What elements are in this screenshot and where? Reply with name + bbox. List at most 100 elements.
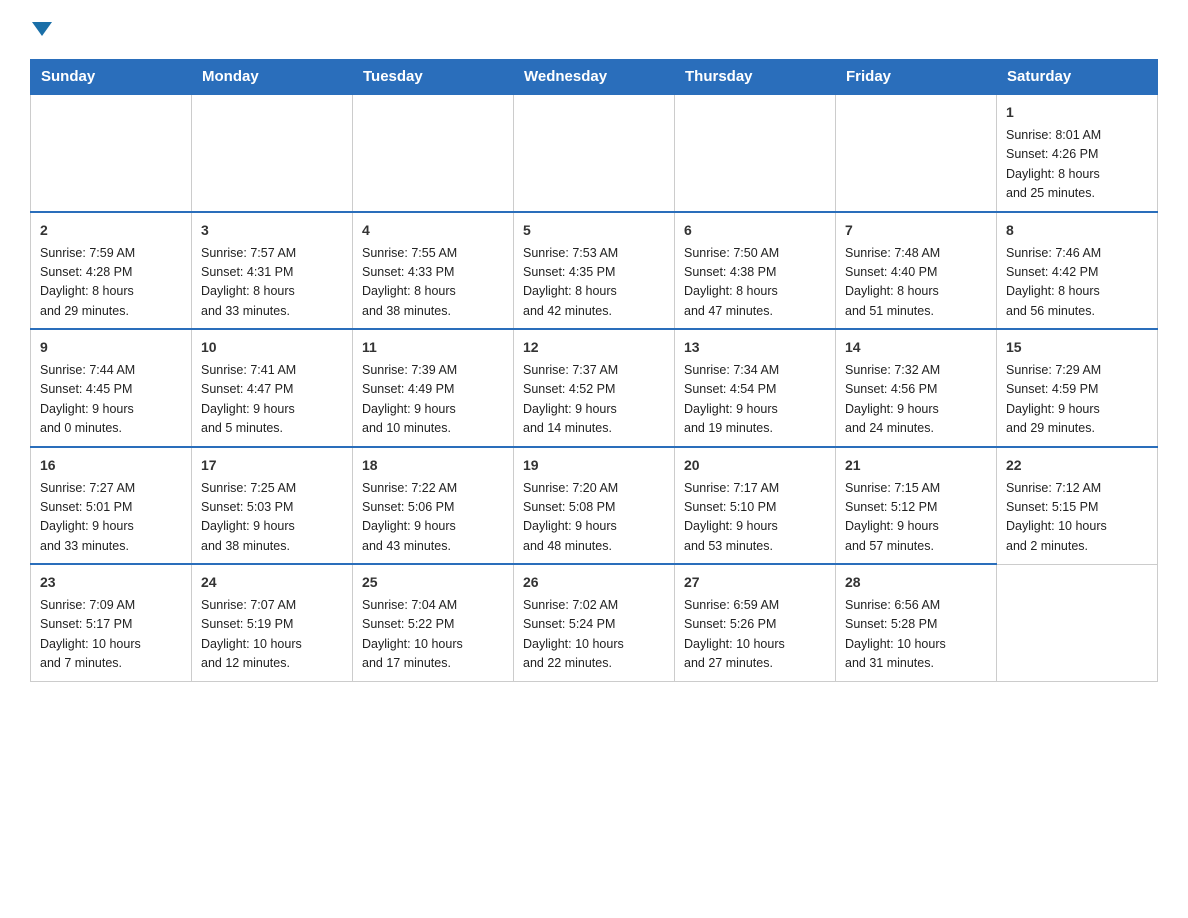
day-number: 11 [362, 337, 504, 358]
day-number: 17 [201, 455, 343, 476]
day-number: 9 [40, 337, 182, 358]
calendar-day-cell [353, 94, 514, 212]
day-info: Sunrise: 6:56 AMSunset: 5:28 PMDaylight:… [845, 598, 946, 670]
calendar-day-cell [31, 94, 192, 212]
calendar-day-cell: 23 Sunrise: 7:09 AMSunset: 5:17 PMDayligh… [31, 564, 192, 681]
day-info: Sunrise: 7:34 AMSunset: 4:54 PMDaylight:… [684, 363, 779, 435]
calendar-table: SundayMondayTuesdayWednesdayThursdayFrid… [30, 59, 1158, 682]
day-number: 22 [1006, 455, 1148, 476]
calendar-day-cell: 16 Sunrise: 7:27 AMSunset: 5:01 PMDayligh… [31, 447, 192, 565]
day-number: 27 [684, 572, 826, 593]
weekday-header-thursday: Thursday [675, 60, 836, 95]
logo-arrow-icon [32, 22, 52, 41]
day-info: Sunrise: 7:07 AMSunset: 5:19 PMDaylight:… [201, 598, 302, 670]
day-number: 21 [845, 455, 987, 476]
day-info: Sunrise: 7:55 AMSunset: 4:33 PMDaylight:… [362, 246, 457, 318]
weekday-header-friday: Friday [836, 60, 997, 95]
day-info: Sunrise: 7:25 AMSunset: 5:03 PMDaylight:… [201, 481, 296, 553]
day-info: Sunrise: 7:15 AMSunset: 5:12 PMDaylight:… [845, 481, 940, 553]
day-number: 26 [523, 572, 665, 593]
day-info: Sunrise: 7:46 AMSunset: 4:42 PMDaylight:… [1006, 246, 1101, 318]
day-info: Sunrise: 7:20 AMSunset: 5:08 PMDaylight:… [523, 481, 618, 553]
calendar-day-cell: 8Sunrise: 7:46 AMSunset: 4:42 PMDaylight… [997, 212, 1158, 330]
calendar-week-row: 16 Sunrise: 7:27 AMSunset: 5:01 PMDayligh… [31, 447, 1158, 565]
calendar-day-cell [997, 564, 1158, 681]
weekday-header-wednesday: Wednesday [514, 60, 675, 95]
day-number: 5 [523, 220, 665, 241]
calendar-day-cell: 12 Sunrise: 7:37 AMSunset: 4:52 PMDayligh… [514, 329, 675, 447]
day-number: 12 [523, 337, 665, 358]
page-header [30, 20, 1158, 41]
calendar-day-cell: 28 Sunrise: 6:56 AMSunset: 5:28 PMDayligh… [836, 564, 997, 681]
weekday-header-row: SundayMondayTuesdayWednesdayThursdayFrid… [31, 60, 1158, 95]
day-number: 15 [1006, 337, 1148, 358]
day-info: Sunrise: 7:41 AMSunset: 4:47 PMDaylight:… [201, 363, 296, 435]
calendar-day-cell: 19 Sunrise: 7:20 AMSunset: 5:08 PMDayligh… [514, 447, 675, 565]
day-number: 4 [362, 220, 504, 241]
day-info: Sunrise: 7:37 AMSunset: 4:52 PMDaylight:… [523, 363, 618, 435]
calendar-day-cell: 7 Sunrise: 7:48 AMSunset: 4:40 PMDaylight… [836, 212, 997, 330]
day-number: 1 [1006, 102, 1148, 123]
day-number: 10 [201, 337, 343, 358]
day-number: 13 [684, 337, 826, 358]
calendar-day-cell: 5 Sunrise: 7:53 AMSunset: 4:35 PMDaylight… [514, 212, 675, 330]
calendar-day-cell [514, 94, 675, 212]
calendar-day-cell: 13 Sunrise: 7:34 AMSunset: 4:54 PMDayligh… [675, 329, 836, 447]
day-info: Sunrise: 7:17 AMSunset: 5:10 PMDaylight:… [684, 481, 779, 553]
calendar-day-cell [192, 94, 353, 212]
day-number: 23 [40, 572, 182, 593]
day-info: Sunrise: 7:53 AMSunset: 4:35 PMDaylight:… [523, 246, 618, 318]
weekday-header-tuesday: Tuesday [353, 60, 514, 95]
day-info: Sunrise: 7:04 AMSunset: 5:22 PMDaylight:… [362, 598, 463, 670]
day-number: 7 [845, 220, 987, 241]
calendar-week-row: 2 Sunrise: 7:59 AMSunset: 4:28 PMDaylight… [31, 212, 1158, 330]
day-info: Sunrise: 7:48 AMSunset: 4:40 PMDaylight:… [845, 246, 940, 318]
day-number: 14 [845, 337, 987, 358]
calendar-day-cell: 18Sunrise: 7:22 AMSunset: 5:06 PMDayligh… [353, 447, 514, 565]
day-info: Sunrise: 7:09 AMSunset: 5:17 PMDaylight:… [40, 598, 141, 670]
calendar-day-cell: 22 Sunrise: 7:12 AMSunset: 5:15 PMDayligh… [997, 447, 1158, 565]
calendar-day-cell: 1Sunrise: 8:01 AMSunset: 4:26 PMDaylight… [997, 94, 1158, 212]
calendar-week-row: 1Sunrise: 8:01 AMSunset: 4:26 PMDaylight… [31, 94, 1158, 212]
calendar-day-cell: 2 Sunrise: 7:59 AMSunset: 4:28 PMDaylight… [31, 212, 192, 330]
day-number: 2 [40, 220, 182, 241]
day-info: Sunrise: 7:12 AMSunset: 5:15 PMDaylight:… [1006, 481, 1107, 553]
day-info: Sunrise: 7:59 AMSunset: 4:28 PMDaylight:… [40, 246, 135, 318]
day-number: 16 [40, 455, 182, 476]
calendar-day-cell: 10 Sunrise: 7:41 AMSunset: 4:47 PMDayligh… [192, 329, 353, 447]
calendar-day-cell: 14 Sunrise: 7:32 AMSunset: 4:56 PMDayligh… [836, 329, 997, 447]
day-info: Sunrise: 7:27 AMSunset: 5:01 PMDaylight:… [40, 481, 135, 553]
weekday-header-sunday: Sunday [31, 60, 192, 95]
weekday-header-saturday: Saturday [997, 60, 1158, 95]
day-number: 6 [684, 220, 826, 241]
calendar-day-cell: 26 Sunrise: 7:02 AMSunset: 5:24 PMDayligh… [514, 564, 675, 681]
day-info: Sunrise: 7:57 AMSunset: 4:31 PMDaylight:… [201, 246, 296, 318]
weekday-header-monday: Monday [192, 60, 353, 95]
calendar-day-cell: 6 Sunrise: 7:50 AMSunset: 4:38 PMDaylight… [675, 212, 836, 330]
calendar-day-cell: 27 Sunrise: 6:59 AMSunset: 5:26 PMDayligh… [675, 564, 836, 681]
day-info: Sunrise: 7:29 AMSunset: 4:59 PMDaylight:… [1006, 363, 1101, 435]
logo [30, 20, 52, 41]
calendar-day-cell: 11 Sunrise: 7:39 AMSunset: 4:49 PMDayligh… [353, 329, 514, 447]
day-info: Sunrise: 7:02 AMSunset: 5:24 PMDaylight:… [523, 598, 624, 670]
day-info: Sunrise: 7:39 AMSunset: 4:49 PMDaylight:… [362, 363, 457, 435]
day-info: Sunrise: 6:59 AMSunset: 5:26 PMDaylight:… [684, 598, 785, 670]
calendar-body: 1Sunrise: 8:01 AMSunset: 4:26 PMDaylight… [31, 94, 1158, 681]
day-number: 25 [362, 572, 504, 593]
calendar-header: SundayMondayTuesdayWednesdayThursdayFrid… [31, 60, 1158, 95]
calendar-day-cell: 21 Sunrise: 7:15 AMSunset: 5:12 PMDayligh… [836, 447, 997, 565]
calendar-day-cell: 3Sunrise: 7:57 AMSunset: 4:31 PMDaylight… [192, 212, 353, 330]
day-number: 24 [201, 572, 343, 593]
calendar-day-cell: 4 Sunrise: 7:55 AMSunset: 4:33 PMDaylight… [353, 212, 514, 330]
calendar-day-cell: 15 Sunrise: 7:29 AMSunset: 4:59 PMDayligh… [997, 329, 1158, 447]
day-info: Sunrise: 7:50 AMSunset: 4:38 PMDaylight:… [684, 246, 779, 318]
calendar-day-cell: 9Sunrise: 7:44 AMSunset: 4:45 PMDaylight… [31, 329, 192, 447]
calendar-day-cell: 20Sunrise: 7:17 AMSunset: 5:10 PMDayligh… [675, 447, 836, 565]
calendar-day-cell: 24 Sunrise: 7:07 AMSunset: 5:19 PMDayligh… [192, 564, 353, 681]
day-number: 19 [523, 455, 665, 476]
day-number: 28 [845, 572, 987, 593]
calendar-day-cell [836, 94, 997, 212]
day-number: 18 [362, 455, 504, 476]
calendar-day-cell: 17 Sunrise: 7:25 AMSunset: 5:03 PMDayligh… [192, 447, 353, 565]
day-info: Sunrise: 7:32 AMSunset: 4:56 PMDaylight:… [845, 363, 940, 435]
